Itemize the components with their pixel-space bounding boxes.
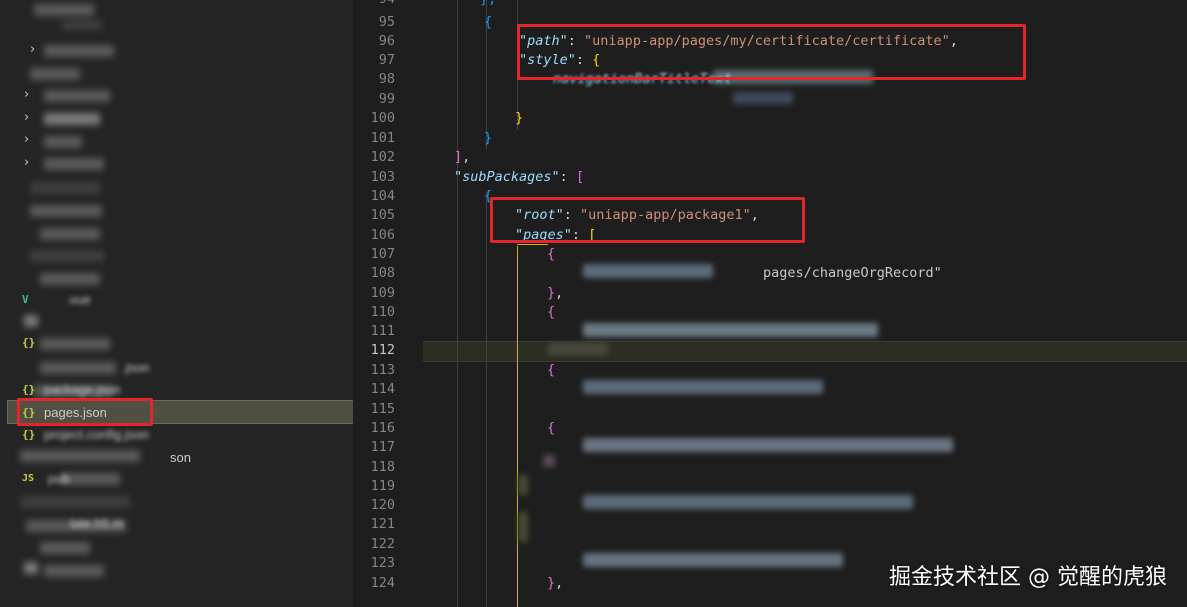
file-name: project.config.json [44, 426, 149, 442]
line-number: 120 [370, 497, 395, 513]
json-icon: {} [22, 382, 36, 396]
line-number: 115 [370, 401, 395, 417]
file-name: son [170, 449, 191, 465]
highlight-box [490, 197, 805, 243]
file-name: package.json [44, 381, 121, 397]
line-number: 109 [370, 285, 395, 301]
file-item-json[interactable]: {} .json [8, 356, 353, 378]
file-item-vue[interactable]: V .vue [8, 288, 353, 310]
line-number: 103 [370, 169, 395, 185]
chevron-right-icon[interactable]: › [24, 155, 29, 170]
highlight-box [17, 398, 153, 426]
line-number: 111 [370, 323, 395, 339]
line-number: 116 [370, 420, 395, 436]
line-number: 114 [370, 381, 395, 397]
file-item-js[interactable]: JS pub [8, 467, 353, 489]
file-name: .json [122, 359, 150, 375]
line-number: 122 [370, 536, 395, 552]
line-number: 94 [353, 0, 395, 9]
line-number: 102 [370, 149, 395, 165]
line-number: 105 [370, 207, 395, 223]
line-number: 119 [370, 478, 395, 494]
file-name: .vue [66, 291, 91, 307]
line-number: 98 [378, 71, 395, 87]
chevron-right-icon[interactable]: › [24, 110, 29, 125]
json-icon: {} [22, 427, 36, 441]
file-name: late.h5.m [70, 515, 124, 531]
file-explorer-sidebar: › › › › › V .vue {} {} .json {} package.… [0, 0, 353, 607]
line-number: 108 [370, 265, 395, 281]
line-number: 117 [370, 439, 395, 455]
line-number: 121 [370, 516, 395, 532]
chevron-right-icon[interactable]: › [24, 132, 29, 147]
file-name: pub [48, 470, 70, 486]
chevron-right-icon[interactable]: › [24, 87, 29, 102]
code-string: pages/changeOrgRecord" [763, 265, 942, 281]
watermark: 掘金技术社区 @ 觉醒的虎狼 [889, 565, 1167, 590]
highlight-box [517, 24, 1026, 80]
line-number: 113 [370, 362, 395, 378]
line-number: 107 [370, 246, 395, 262]
line-number: 101 [370, 130, 395, 146]
vue-icon: V [22, 292, 29, 306]
line-number: 97 [378, 52, 395, 68]
file-item-template[interactable]: late.h5.m [8, 512, 353, 534]
file-item-project-config-json[interactable]: {} project.config.json [8, 423, 353, 445]
file-item-package-json[interactable]: {} package.json [8, 378, 353, 400]
code-editor[interactable]: 94}, 95{ 96"path": "uniapp-app/pages/my/… [353, 0, 1187, 607]
line-number: 110 [370, 304, 395, 320]
line-number: 106 [370, 227, 395, 243]
code-key: "subPackages" [454, 169, 560, 185]
file-item-json[interactable]: {} [8, 331, 353, 353]
line-number: 96 [378, 33, 395, 49]
line-number: 112 [370, 342, 395, 358]
js-icon: JS [22, 472, 35, 484]
chevron-right-icon[interactable]: › [30, 42, 35, 57]
line-number: 118 [370, 459, 395, 475]
line-number: 99 [378, 91, 395, 107]
line-number: 104 [370, 188, 395, 204]
line-number: 95 [378, 14, 395, 30]
line-number: 124 [370, 575, 395, 591]
line-number: 123 [370, 555, 395, 571]
line-number: 100 [370, 110, 395, 126]
file-item-json[interactable]: son [8, 446, 353, 468]
json-icon: {} [22, 335, 36, 349]
